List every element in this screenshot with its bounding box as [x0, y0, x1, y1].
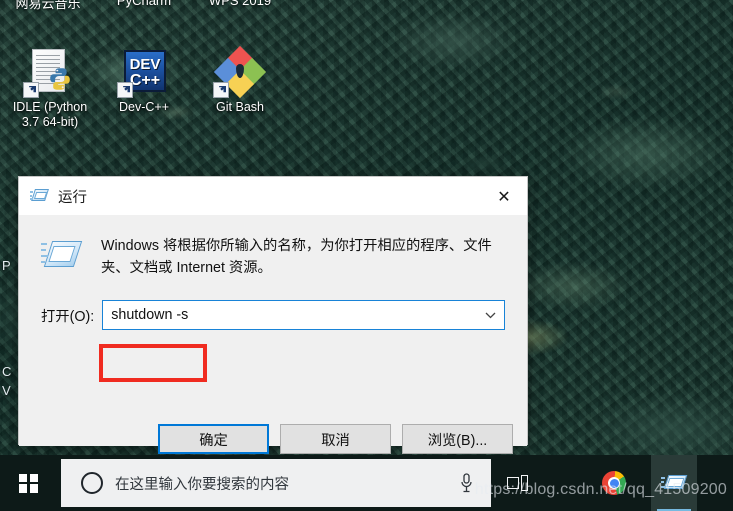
ok-button[interactable]: 确定: [158, 424, 269, 454]
desktop-icon-dev-cpp[interactable]: DEV C++ Dev-C++: [96, 48, 192, 115]
run-window-icon-large: [41, 237, 82, 273]
run-dialog-open-row: 打开(O):: [19, 279, 527, 330]
run-dialog-body: Windows 将根据你所输入的名称，为你打开相应的程序、文件夹、文档或 Int…: [19, 215, 527, 454]
taskbar-search-box[interactable]: 在这里输入你要搜索的内容: [61, 459, 491, 507]
desktop-icon-label-netease-text: 网易云音乐: [15, 0, 81, 11]
run-dialog-description: Windows 将根据你所输入的名称，为你打开相应的程序、文件夹、文档或 Int…: [101, 238, 492, 276]
browse-button[interactable]: 浏览(B)...: [402, 424, 513, 454]
python-logo-icon: [50, 68, 70, 90]
taskbar: 在这里输入你要搜索的内容: [0, 455, 733, 511]
desktop-icon-git-bash-label: Git Bash: [216, 100, 264, 114]
shortcut-arrow-icon: [213, 82, 229, 98]
close-icon[interactable]: ✕: [481, 177, 527, 215]
taskbar-item-run-dialog[interactable]: [651, 455, 697, 511]
start-button[interactable]: [0, 455, 57, 511]
taskbar-item-chrome[interactable]: [593, 455, 635, 511]
python-document-shortcut-icon: [23, 48, 74, 98]
open-label: 打开(O):: [41, 308, 95, 325]
run-dialog-titlebar[interactable]: 运行 ✕: [19, 177, 527, 215]
dev-cpp-badge-top: DEV: [129, 56, 161, 73]
cortana-circle-icon: [81, 472, 103, 494]
task-view-icon: [507, 474, 529, 492]
run-window-icon-taskbar: [661, 473, 688, 493]
desktop-clipped-label-v: V: [2, 383, 11, 398]
run-dialog-title: 运行: [58, 189, 87, 206]
git-bash-shortcut-icon: [213, 45, 267, 99]
shortcut-arrow-icon: [23, 82, 39, 98]
desktop-icon-idle-python-label-2: 3.7 64-bit): [21, 115, 79, 129]
desktop-icon-label-pycharm-text: PyCharm: [116, 0, 172, 8]
windows-logo-icon: [19, 473, 38, 493]
desktop-icon-label-wps-text: WPS 2019: [208, 0, 272, 8]
desktop-icon-dev-cpp-label: Dev-C++: [118, 100, 170, 114]
chevron-down-icon[interactable]: [476, 301, 504, 329]
run-dialog-button-row: 确定 取消 浏览(B)...: [19, 424, 527, 454]
red-highlight-annotation: [99, 344, 207, 382]
search-input-placeholder[interactable]: 在这里输入你要搜索的内容: [115, 473, 449, 494]
chrome-icon: [602, 471, 626, 495]
desktop-screen: 网易云音乐 PyCharm WPS 2019 IDLE (Python 3.7 …: [0, 0, 733, 511]
desktop-icon-idle-python-label-1: IDLE (Python: [12, 100, 88, 114]
desktop-clipped-label-c: C: [2, 364, 12, 379]
shortcut-arrow-icon: [117, 82, 133, 98]
run-window-icon: [30, 188, 50, 205]
desktop-clipped-label-p: P: [2, 258, 11, 273]
run-command-combobox[interactable]: [102, 300, 505, 330]
desktop-icon-git-bash[interactable]: Git Bash: [192, 45, 288, 115]
run-command-input[interactable]: [103, 301, 476, 329]
run-dialog-description-row: Windows 将根据你所输入的名称，为你打开相应的程序、文件夹、文档或 Int…: [19, 215, 527, 279]
task-view-button[interactable]: [497, 455, 539, 511]
desktop-icon-idle-python[interactable]: IDLE (Python 3.7 64-bit): [2, 48, 98, 130]
run-dialog-window: 运行 ✕ Windows 将根据你所输入的名称，为你打开相应的程序、文件夹、文档…: [18, 176, 528, 454]
microphone-icon[interactable]: [449, 472, 483, 494]
dev-cpp-shortcut-icon: DEV C++: [117, 48, 168, 98]
cancel-button[interactable]: 取消: [280, 424, 391, 454]
